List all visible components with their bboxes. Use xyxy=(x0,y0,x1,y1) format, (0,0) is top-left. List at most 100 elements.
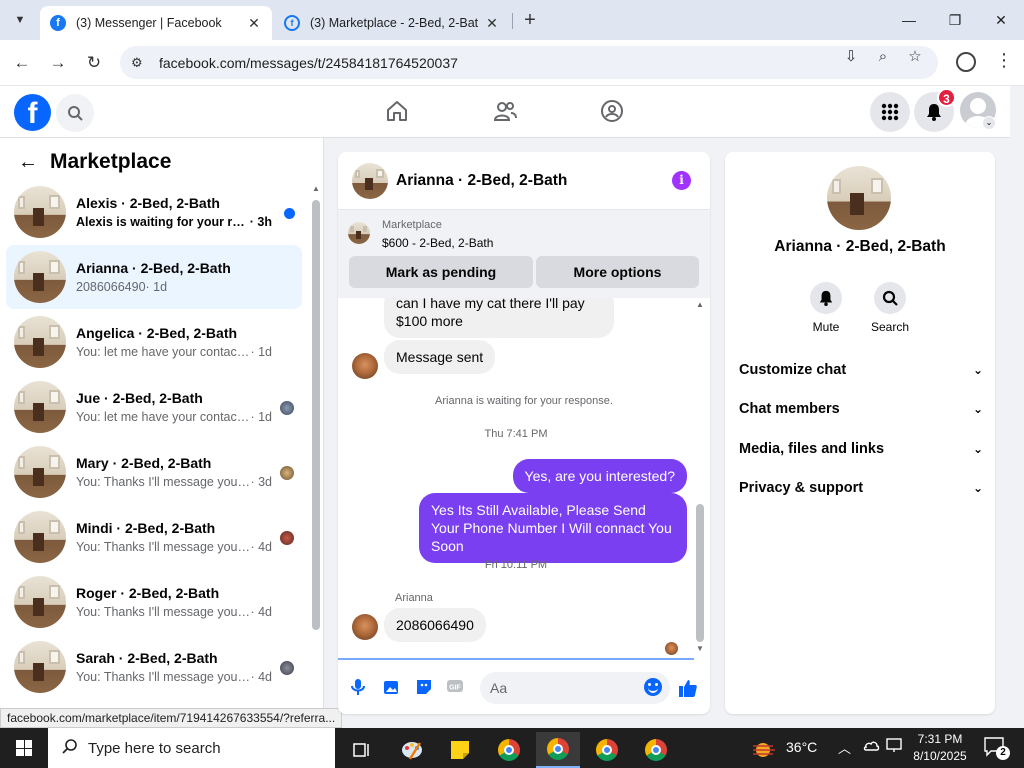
svg-text:GIF: GIF xyxy=(449,685,461,692)
address-bar[interactable]: ⚙ facebook.com/messages/t/24584181764520… xyxy=(120,46,938,79)
sticker-icon[interactable] xyxy=(414,678,434,698)
tab-search-chevron-icon[interactable]: ▼ xyxy=(8,8,32,32)
gif-icon[interactable]: GIF xyxy=(445,678,465,698)
emoji-icon[interactable] xyxy=(644,678,662,696)
conversation-item-alexis[interactable]: Alexis · 2-Bed, 2-Bath Alexis is waiting… xyxy=(6,180,302,244)
start-button[interactable] xyxy=(0,728,48,768)
onedrive-cloud-icon[interactable] xyxy=(862,737,880,756)
minimize-button[interactable]: — xyxy=(886,0,932,40)
system-message: Arianna is waiting for your response. xyxy=(435,395,613,407)
weather-sun-icon xyxy=(753,743,775,757)
message-input[interactable] xyxy=(480,672,670,704)
bookmark-star-icon[interactable]: ☆ xyxy=(906,48,924,66)
privacy-support-section[interactable]: Privacy & support ⌄ xyxy=(739,473,983,503)
seen-avatar xyxy=(280,466,294,480)
browser-profile-icon[interactable] xyxy=(956,52,976,72)
new-tab-button[interactable]: + xyxy=(518,8,542,32)
maximize-button[interactable]: ❐ xyxy=(932,0,978,40)
back-arrow-icon[interactable]: ← xyxy=(18,151,42,174)
chat-scrollbar[interactable] xyxy=(696,504,704,642)
conversation-item-mindi[interactable]: Mindi · 2-Bed, 2-Bath You: Thanks I'll m… xyxy=(6,505,302,569)
seen-avatar xyxy=(280,401,294,415)
back-button[interactable]: ← xyxy=(9,50,35,76)
search-in-conversation-button[interactable]: Search xyxy=(865,282,915,334)
browser-tab-messenger[interactable]: f (3) Messenger | Facebook ✕ xyxy=(40,6,272,40)
chat-members-section[interactable]: Chat members ⌄ xyxy=(739,394,983,424)
chevron-down-icon: ⌄ xyxy=(972,442,983,456)
menu-button[interactable] xyxy=(870,92,910,132)
friends-nav-button[interactable] xyxy=(492,98,518,124)
listing-thumbnail xyxy=(14,316,66,368)
chat-listing-thumbnail[interactable] xyxy=(352,162,388,199)
chat-scroll-up-icon[interactable]: ▲ xyxy=(696,300,704,309)
paint-palette-icon xyxy=(402,742,422,760)
conversation-item-mary[interactable]: Mary · 2-Bed, 2-Bath You: Thanks I'll me… xyxy=(6,440,302,504)
zoom-icon[interactable]: ⌕ xyxy=(874,48,892,66)
composer-divider xyxy=(338,658,694,660)
browser-tab-bar: ▼ f (3) Messenger | Facebook ✕ f (3) Mar… xyxy=(0,0,1024,40)
thumbs-up-icon[interactable] xyxy=(678,678,698,698)
url-text[interactable]: facebook.com/messages/t/2458418176452003… xyxy=(159,55,938,71)
listing-mini-thumbnail[interactable] xyxy=(348,222,370,244)
conversation-item-angelica[interactable]: Angelica · 2-Bed, 2-Bath You: let me hav… xyxy=(6,310,302,374)
chrome-taskbar-button-active[interactable] xyxy=(536,732,580,768)
browser-tab-marketplace[interactable]: f (3) Marketplace - 2-Bed, 2-Bath ✕ xyxy=(274,6,510,40)
conversation-item-roger[interactable]: Roger · 2-Bed, 2-Bath You: Thanks I'll m… xyxy=(6,570,302,634)
tab-title: (3) Marketplace - 2-Bed, 2-Bath xyxy=(310,16,478,30)
task-view-button[interactable] xyxy=(340,732,384,768)
photo-attach-icon[interactable] xyxy=(381,678,401,698)
conversation-item-sarah[interactable]: Sarah · 2-Bed, 2-Bath You: Thanks I'll m… xyxy=(6,635,302,699)
chrome-taskbar-button[interactable] xyxy=(585,732,629,768)
install-app-icon[interactable]: ⇩ xyxy=(842,48,860,66)
microphone-icon[interactable] xyxy=(348,678,368,698)
message-list: can I have my cat there I'll pay $100 mo… xyxy=(338,298,710,658)
network-icon[interactable] xyxy=(886,737,904,756)
close-window-button[interactable]: ✕ xyxy=(978,0,1024,40)
more-options-button[interactable]: More options xyxy=(536,256,699,288)
paint-app-button[interactable] xyxy=(390,732,434,768)
details-listing-thumbnail[interactable] xyxy=(827,166,891,230)
show-hidden-icons-chevron-icon[interactable]: ︿ xyxy=(838,738,851,757)
site-settings-icon[interactable]: ⚙ xyxy=(131,55,149,71)
mark-as-pending-button[interactable]: Mark as pending xyxy=(349,256,533,288)
contact-avatar[interactable] xyxy=(352,353,378,379)
listing-thumbnail xyxy=(14,251,66,303)
conversation-item-jue[interactable]: Jue · 2-Bed, 2-Bath You: let me have you… xyxy=(6,375,302,439)
mute-label: Mute xyxy=(812,320,840,334)
home-nav-button[interactable] xyxy=(384,98,410,124)
facebook-favicon-icon: f xyxy=(284,15,300,31)
chat-title[interactable]: Arianna · 2-Bed, 2-Bath xyxy=(396,172,567,190)
temperature-text[interactable]: 36°C xyxy=(786,739,817,755)
contact-avatar[interactable] xyxy=(352,614,378,640)
chat-scroll-down-icon[interactable]: ▼ xyxy=(696,644,704,653)
media-files-links-section[interactable]: Media, files and links ⌄ xyxy=(739,434,983,464)
chrome-taskbar-button[interactable] xyxy=(487,732,531,768)
page-scrollbar[interactable] xyxy=(1010,86,1024,726)
reload-button[interactable]: ↻ xyxy=(81,50,107,76)
scroll-up-arrow-icon[interactable]: ▲ xyxy=(312,184,320,193)
facebook-search-button[interactable] xyxy=(56,94,94,132)
conversation-info-icon[interactable]: i xyxy=(672,171,691,190)
groups-nav-button[interactable] xyxy=(599,98,625,124)
customize-chat-section[interactable]: Customize chat ⌄ xyxy=(739,355,983,385)
listing-price-title[interactable]: $600 - 2-Bed, 2-Bath xyxy=(382,236,493,250)
listing-thumbnail xyxy=(14,511,66,563)
notification-count-badge: 2 xyxy=(996,746,1010,760)
close-tab-icon[interactable]: ✕ xyxy=(484,15,500,32)
conversation-details-panel: Arianna · 2-Bed, 2-Bath Mute Search Cust… xyxy=(725,152,995,714)
mute-button[interactable]: Mute xyxy=(801,282,851,334)
conversation-time: · 4d xyxy=(250,540,272,554)
chrome-taskbar-button[interactable] xyxy=(634,732,678,768)
sticky-notes-button[interactable] xyxy=(438,732,482,768)
facebook-logo-icon[interactable]: f xyxy=(14,94,51,131)
listing-thumbnail xyxy=(14,641,66,693)
sidebar-scrollbar[interactable] xyxy=(312,200,320,630)
taskbar-search-box[interactable]: Type here to search xyxy=(48,728,335,768)
forward-button[interactable]: → xyxy=(45,50,71,76)
weather-widget[interactable] xyxy=(744,732,784,768)
account-chevron-icon[interactable]: ⌄ xyxy=(982,116,996,130)
system-clock[interactable]: 7:31 PM 8/10/2025 xyxy=(912,731,968,765)
conversation-item-arianna[interactable]: Arianna · 2-Bed, 2-Bath 2086066490 · 1d xyxy=(6,245,302,309)
close-tab-icon[interactable]: ✕ xyxy=(246,15,262,32)
browser-menu-icon[interactable]: ⋮ xyxy=(995,50,1013,71)
